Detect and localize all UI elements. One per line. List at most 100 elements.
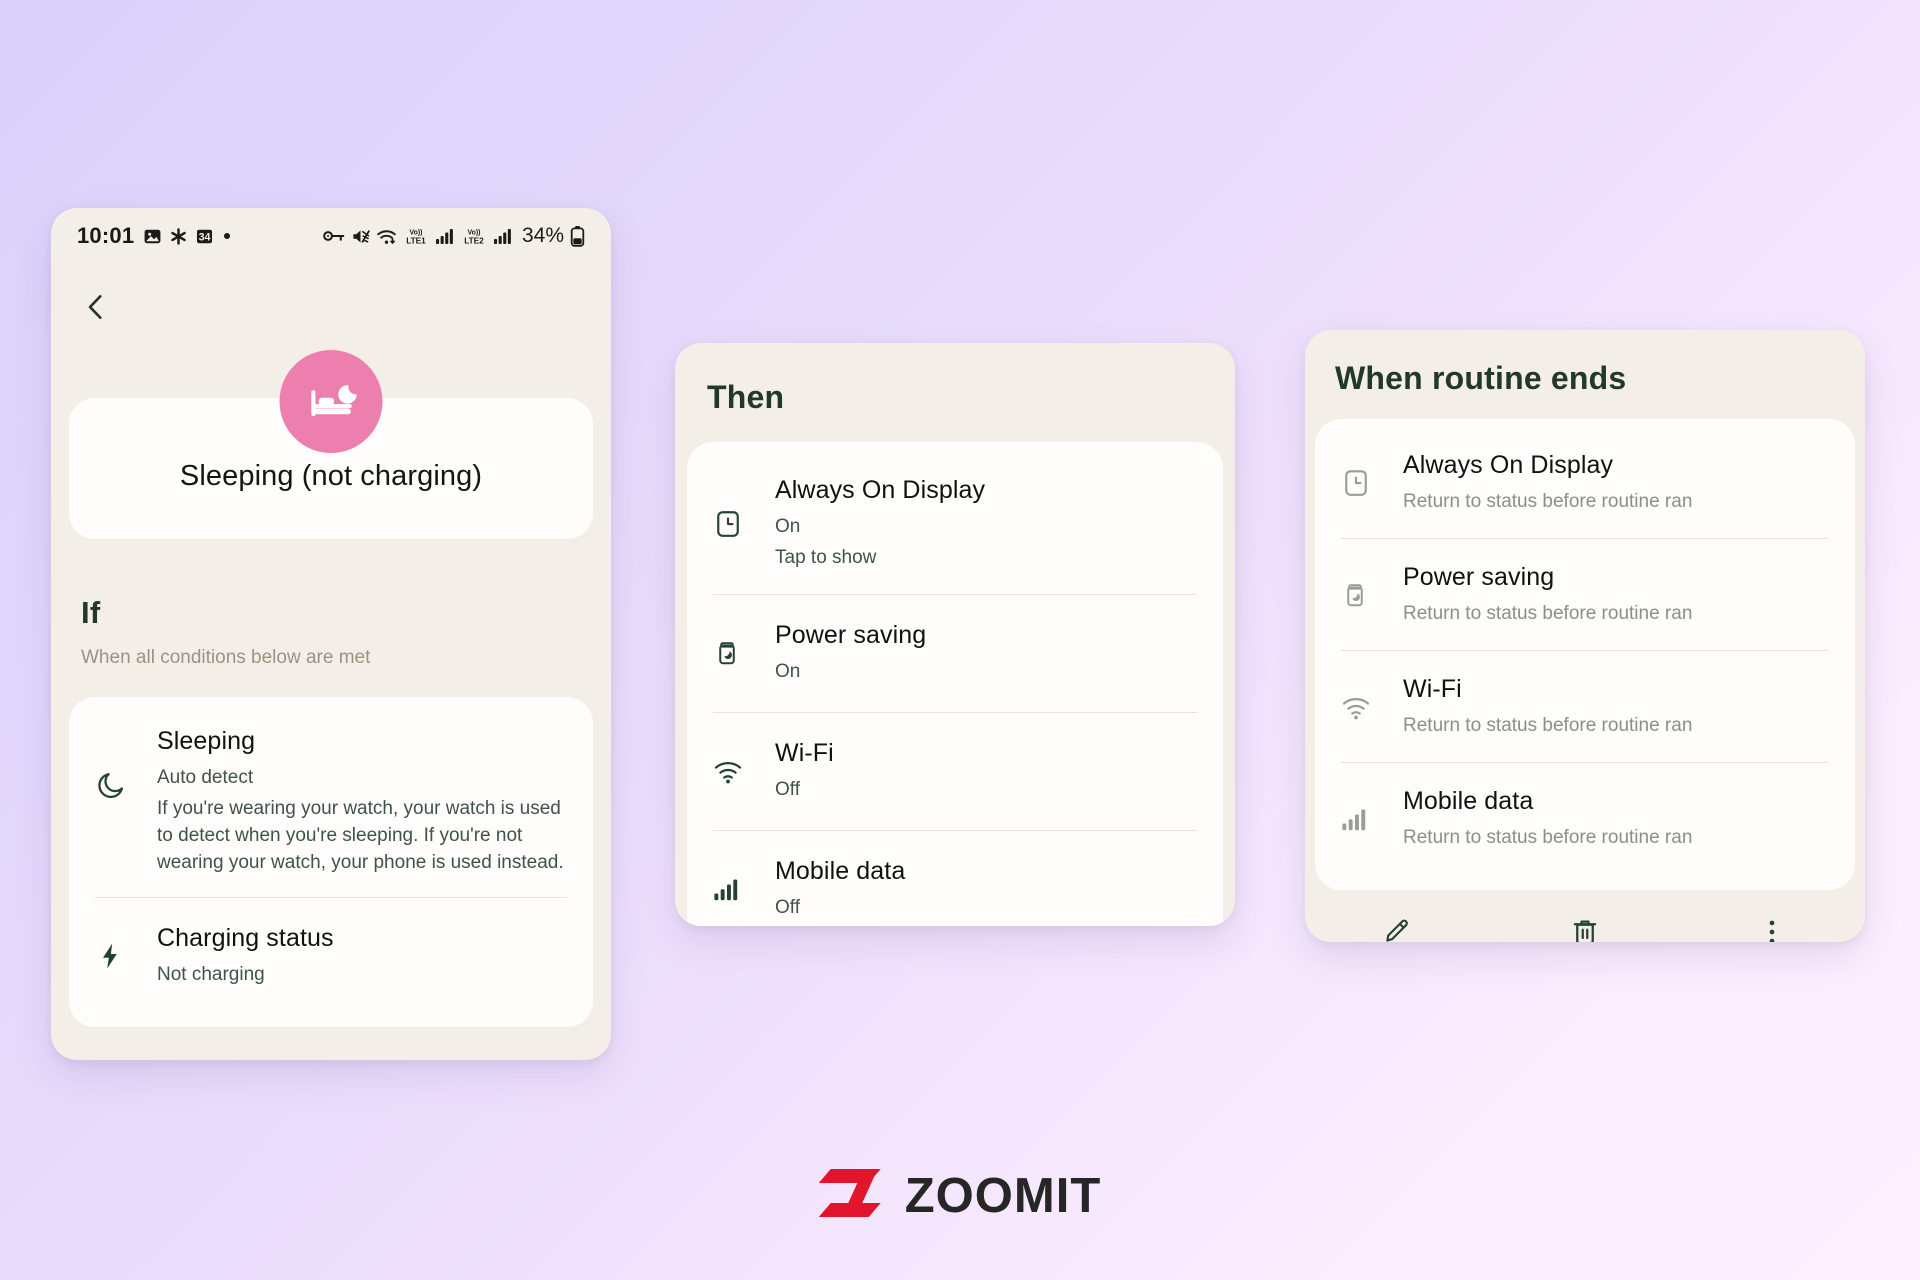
- volte1-icon: Vo)) LTE1: [403, 226, 429, 246]
- ends-row-power-saving[interactable]: Power saving Return to status before rou…: [1315, 539, 1855, 650]
- ends-row-title: Always On Display: [1403, 451, 1614, 479]
- bolt-icon: [95, 941, 157, 971]
- routine-action-bar: Edit Delete More: [1305, 890, 1865, 942]
- wifi-icon: [713, 756, 775, 786]
- status-bar-time: 10:01: [77, 223, 135, 248]
- ends-items-card: Always On Display Return to status befor…: [1315, 419, 1855, 890]
- status-bar-right-icons: Vo)) LTE1 Vo)) LTE2 34%: [323, 224, 585, 248]
- svg-text:LTE2: LTE2: [464, 236, 484, 245]
- mute-icon: [351, 227, 370, 246]
- dot-icon: [221, 230, 233, 242]
- routine-hero-card[interactable]: Sleeping (not charging): [69, 350, 593, 539]
- more-button[interactable]: More: [1678, 916, 1865, 942]
- battery-percent-label: 34%: [521, 224, 564, 247]
- then-row-title: Mobile data: [775, 856, 906, 885]
- ends-row-sub: Return to status before routine ran: [1403, 602, 1693, 624]
- condition-sub: Auto detect: [157, 767, 254, 788]
- then-row-mobile-data[interactable]: Mobile data Off: [687, 831, 1223, 926]
- wifi-icon: [1341, 692, 1403, 722]
- pencil-icon: [1382, 916, 1414, 942]
- mobile-data-icon: [1341, 805, 1403, 833]
- ends-row-sub: Return to status before routine ran: [1403, 826, 1693, 848]
- then-row-title: Wi-Fi: [775, 738, 834, 767]
- if-heading: If: [81, 595, 101, 630]
- routine-hero-wrapper: Sleeping (not charging): [51, 350, 611, 539]
- then-row-wifi[interactable]: Wi-Fi Off: [687, 713, 1223, 830]
- condition-sub: Not charging: [157, 963, 265, 985]
- back-chevron-icon[interactable]: [79, 290, 113, 324]
- wifi-icon: [376, 227, 397, 246]
- trash-icon: [1569, 916, 1601, 942]
- condition-body-charging-status: Charging status Not charging: [157, 924, 567, 989]
- then-panel: Then Always On Display On Tap to show Po…: [675, 343, 1235, 926]
- edit-button[interactable]: Edit: [1305, 916, 1492, 942]
- if-subheading: When all conditions below are met: [81, 647, 371, 668]
- svg-text:LTE1: LTE1: [406, 236, 426, 245]
- status-bar-left-icons: 34: [143, 227, 233, 246]
- phone-screenshot-panel: 10:01 34 Vo)) LTE1 Vo)) LTE2 34% Sleepin…: [51, 208, 611, 1060]
- ends-row-sub: Return to status before routine ran: [1403, 714, 1693, 736]
- condition-body-sleeping: Sleeping Auto detect If you're wearing y…: [157, 727, 567, 877]
- delete-button[interactable]: Delete: [1492, 916, 1679, 942]
- condition-title: Charging status: [157, 923, 334, 952]
- zoomit-watermark: ZOOMIT: [818, 1165, 1102, 1226]
- when-routine-ends-panel: When routine ends Always On Display Retu…: [1305, 330, 1865, 942]
- vpn-key-icon: [323, 227, 345, 245]
- battery-icon: [570, 225, 585, 247]
- asterisk-icon: [169, 227, 188, 246]
- power-saving-icon: [713, 639, 775, 667]
- then-panel-title: Then: [707, 379, 785, 415]
- signal-bars-icon: [435, 227, 455, 245]
- then-body-mobile-data: Mobile data Off: [775, 857, 1197, 922]
- condition-title: Sleeping: [157, 727, 256, 755]
- ends-row-always-on-display[interactable]: Always On Display Return to status befor…: [1315, 427, 1855, 538]
- then-row-title: Always On Display: [775, 476, 986, 504]
- ends-body-mobile-data: Mobile data Return to status before rout…: [1403, 787, 1829, 852]
- ends-body-power-saving: Power saving Return to status before rou…: [1403, 563, 1829, 628]
- volte2-icon: Vo)) LTE2: [461, 226, 487, 246]
- more-vertical-icon: [1756, 916, 1788, 942]
- ends-body-wifi: Wi-Fi Return to status before routine ra…: [1403, 675, 1829, 740]
- then-row-sub: Off: [775, 896, 800, 918]
- condition-row-sleeping[interactable]: Sleeping Auto detect If you're wearing y…: [69, 705, 593, 897]
- calendar-34-icon: 34: [195, 227, 214, 246]
- ends-row-mobile-data[interactable]: Mobile data Return to status before rout…: [1315, 763, 1855, 876]
- power-saving-icon: [1341, 581, 1403, 609]
- then-row-sub: On: [775, 660, 801, 682]
- then-body-wifi: Wi-Fi Off: [775, 739, 1197, 804]
- then-row-sub: On: [775, 516, 801, 537]
- then-row-sub2: Tap to show: [775, 546, 877, 568]
- then-row-sub: Off: [775, 778, 800, 800]
- ends-panel-title: When routine ends: [1335, 360, 1627, 396]
- ends-body-always-on-display: Always On Display Return to status befor…: [1403, 451, 1829, 516]
- then-actions-card: Always On Display On Tap to show Power s…: [687, 442, 1223, 926]
- mobile-data-icon: [713, 875, 775, 903]
- then-body-power-saving: Power saving On: [775, 621, 1197, 686]
- then-body-always-on-display: Always On Display On Tap to show: [775, 476, 1197, 572]
- bed-moon-icon: [279, 350, 383, 453]
- if-section-header: If When all conditions below are met: [51, 539, 611, 669]
- crescent-moon-icon: [95, 727, 157, 801]
- ends-row-sub: Return to status before routine ran: [1403, 491, 1693, 512]
- svg-text:34: 34: [199, 231, 211, 243]
- always-on-display-icon: [713, 509, 775, 539]
- image-icon: [143, 227, 162, 246]
- ends-row-title: Power saving: [1403, 562, 1555, 591]
- condition-description: If you're wearing your watch, your watch…: [157, 797, 564, 873]
- ends-row-title: Wi-Fi: [1403, 674, 1462, 703]
- ends-row-title: Mobile data: [1403, 786, 1534, 815]
- back-button-bar: [51, 264, 611, 350]
- then-row-title: Power saving: [775, 620, 927, 649]
- ends-row-wifi[interactable]: Wi-Fi Return to status before routine ra…: [1315, 651, 1855, 762]
- zoomit-wordmark: ZOOMIT: [904, 1168, 1102, 1223]
- routine-hero-title: Sleeping (not charging): [179, 460, 483, 492]
- then-row-always-on-display[interactable]: Always On Display On Tap to show: [687, 452, 1223, 594]
- condition-row-charging-status[interactable]: Charging status Not charging: [69, 898, 593, 1015]
- signal-bars-icon: [493, 227, 513, 245]
- svg-text:Vo)): Vo)): [409, 229, 422, 236]
- zoomit-z-mark: [818, 1165, 885, 1226]
- svg-text:Vo)): Vo)): [467, 229, 480, 236]
- status-bar: 10:01 34 Vo)) LTE1 Vo)) LTE2 34%: [51, 208, 611, 264]
- if-conditions-card: Sleeping Auto detect If you're wearing y…: [69, 697, 593, 1027]
- then-row-power-saving[interactable]: Power saving On: [687, 595, 1223, 712]
